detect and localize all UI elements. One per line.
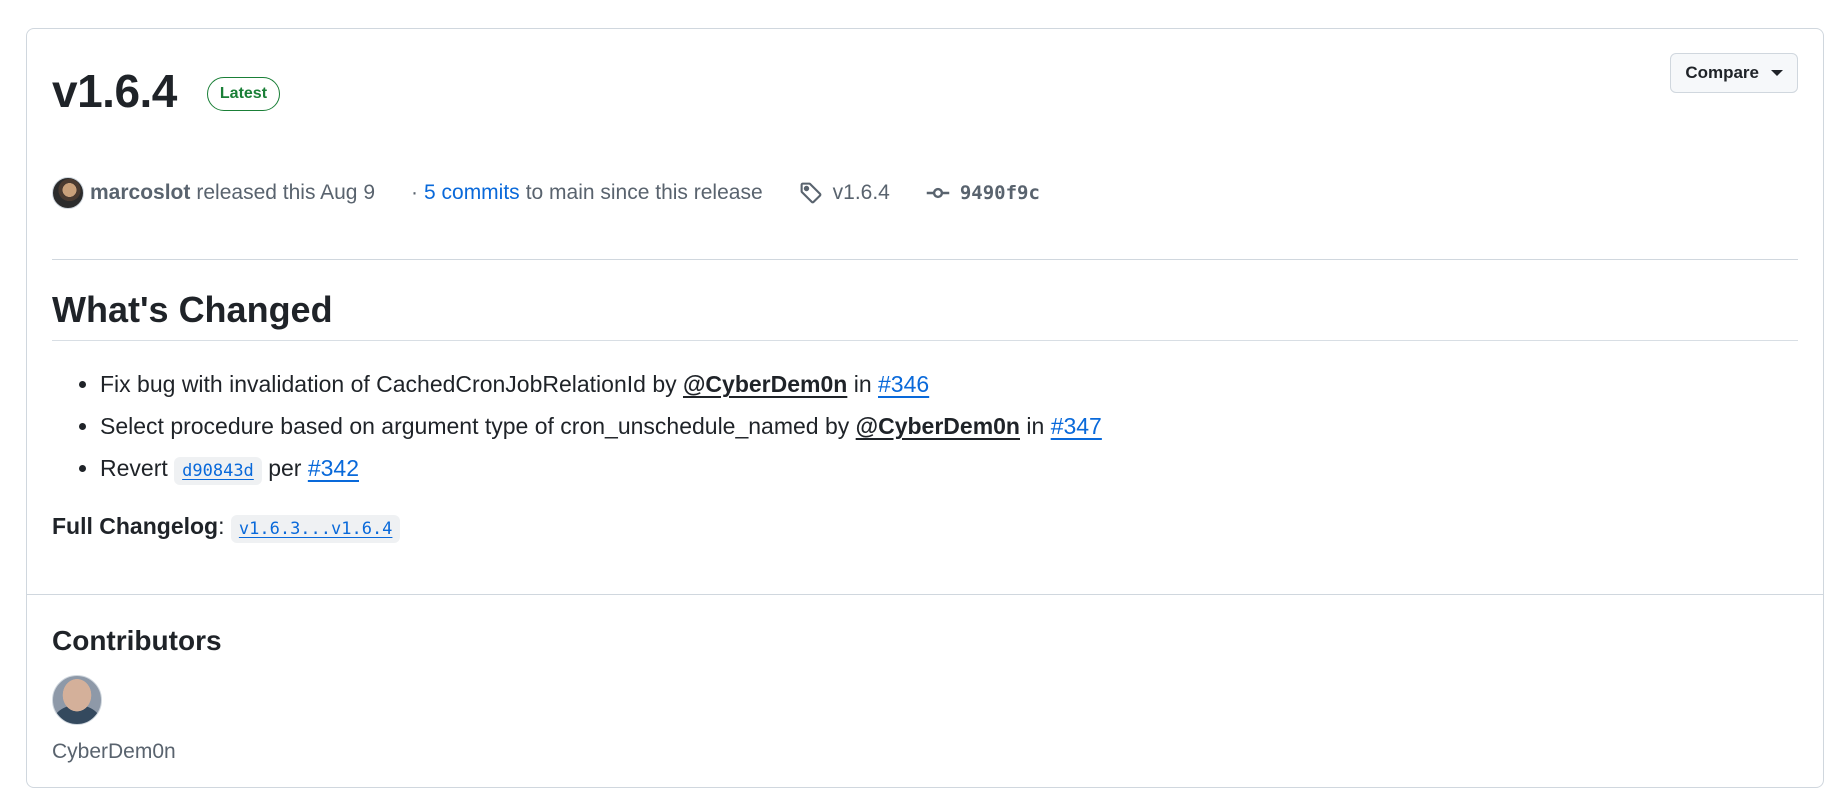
per-word: per [268, 455, 302, 481]
mention-link[interactable]: @CyberDem0n [856, 413, 1020, 439]
footer-divider [27, 594, 1823, 595]
list-item: Fix bug with invalidation of CachedCronJ… [100, 363, 1102, 405]
triangle-down-icon [1771, 70, 1783, 76]
change-text: Fix bug with invalidation of CachedCronJ… [100, 371, 677, 397]
full-changelog-colon: : [218, 513, 225, 539]
tag-icon [799, 181, 823, 205]
pr-link[interactable]: #342 [308, 455, 359, 481]
compare-button[interactable]: Compare [1670, 53, 1798, 93]
title-row: v1.6.4 Latest [52, 59, 281, 123]
author-avatar[interactable] [52, 177, 84, 209]
in-word: in [853, 371, 872, 397]
commit-code-link[interactable]: d90843d [174, 457, 262, 485]
author-link[interactable]: marcoslot [90, 181, 190, 205]
compare-label: Compare [1685, 63, 1759, 82]
full-changelog-label: Full Changelog [52, 513, 219, 539]
git-commit-icon [926, 181, 950, 205]
heading-divider [52, 340, 1798, 341]
contributor-name[interactable]: CyberDem0n [52, 740, 176, 764]
in-word: in [1026, 413, 1045, 439]
pr-link[interactable]: #347 [1051, 413, 1102, 439]
pr-link[interactable]: #346 [878, 371, 929, 397]
commits-link[interactable]: 5 commits [424, 181, 520, 205]
latest-badge: Latest [206, 77, 281, 111]
release-meta: marcoslot released this Aug 9 · 5 commit… [52, 177, 1040, 209]
commit-sha-link[interactable]: 9490f9c [960, 182, 1040, 204]
list-item: Revert d90843d per #342 [100, 447, 1102, 492]
contributor-avatar[interactable] [52, 675, 102, 725]
change-text: Revert [100, 455, 168, 481]
changes-list: Fix bug with invalidation of CachedCronJ… [52, 363, 1102, 492]
changelog-compare-link[interactable]: v1.6.3...v1.6.4 [230, 515, 401, 543]
tag-link[interactable]: v1.6.4 [833, 181, 890, 205]
change-text: Select procedure based on argument type … [100, 413, 850, 439]
whats-changed-heading: What's Changed [52, 289, 333, 330]
commits-suffix: to main since this release [525, 181, 763, 204]
header-divider [52, 259, 1798, 260]
released-text: released this Aug 9 [196, 181, 375, 204]
release-card: v1.6.4 Latest Compare marcoslot released… [26, 28, 1824, 788]
contributors-heading: Contributors [52, 625, 222, 656]
full-changelog: Full Changelog: v1.6.3...v1.6.4 [52, 513, 401, 543]
commits-prefix: · [411, 181, 418, 204]
release-title[interactable]: v1.6.4 [52, 59, 177, 123]
list-item: Select procedure based on argument type … [100, 405, 1102, 447]
mention-link[interactable]: @CyberDem0n [683, 371, 847, 397]
